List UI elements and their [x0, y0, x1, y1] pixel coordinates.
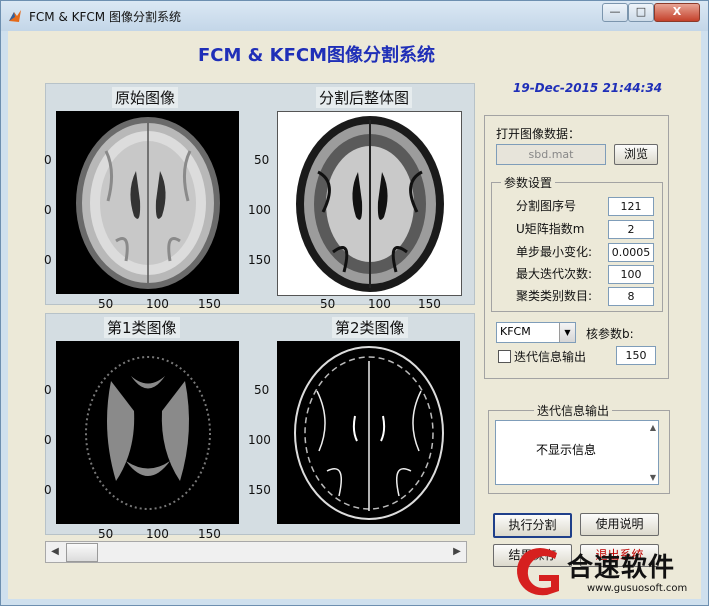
original-image-title: 原始图像 [112, 87, 179, 108]
class2-mri-graphic [294, 346, 444, 520]
xtick: 50 [320, 297, 336, 311]
param-value-field[interactable]: 0.0005 [608, 243, 654, 262]
watermark-text: 合速软件 [567, 553, 676, 583]
iteration-output-checkbox-label: 迭代信息输出 [514, 350, 587, 364]
ytick: 0 [44, 153, 52, 167]
original-mri-graphic [76, 117, 220, 289]
info-text: 不显示信息 [536, 443, 597, 457]
algorithm-dropdown[interactable]: KFCM ▼ [496, 322, 576, 343]
browse-button[interactable]: 浏览 [614, 144, 658, 165]
params-group-title: 参数设置 [501, 174, 556, 191]
maximize-button[interactable]: □ [628, 3, 654, 22]
ytick: 150 [248, 483, 271, 497]
class2-image-title: 第2类图像 [332, 317, 408, 338]
xtick: 150 [418, 297, 441, 311]
xtick: 50 [98, 527, 114, 541]
class1-mri-graphic [85, 356, 211, 510]
whole-segmented-image[interactable] [277, 111, 462, 296]
app-window: FCM & KFCM 图像分割系统 — □ X FCM & KFCM图像分割系统… [0, 0, 709, 606]
matlab-logo-icon [9, 10, 21, 22]
param-value-field[interactable]: 100 [608, 265, 654, 284]
ytick: 0 [44, 203, 52, 217]
minimize-button[interactable]: — [602, 3, 628, 22]
ytick: 0 [44, 483, 52, 497]
ytick: 0 [44, 253, 52, 267]
scroll-down-icon[interactable]: ▼ [650, 473, 656, 482]
class1-image[interactable] [56, 341, 239, 524]
figure-area: FCM & KFCM图像分割系统 19-Dec-2015 21:44:34 原始… [8, 31, 701, 599]
ytick: 50 [254, 383, 270, 397]
title-bar[interactable]: FCM & KFCM 图像分割系统 — □ X [1, 1, 708, 31]
param-value-field[interactable]: 8 [608, 287, 654, 306]
class1-image-title: 第1类图像 [104, 317, 180, 338]
xtick: 50 [98, 297, 114, 311]
param-label: 聚类类别数目: [516, 289, 593, 303]
close-button[interactable]: X [654, 3, 700, 22]
info-group-title: 迭代信息输出 [534, 402, 613, 419]
xtick: 150 [198, 527, 221, 541]
app-title: FCM & KFCM图像分割系统 [198, 45, 436, 66]
param-label: 最大迭代次数: [516, 267, 593, 281]
window-title: FCM & KFCM 图像分割系统 [29, 10, 181, 24]
param-value-field[interactable]: 121 [608, 197, 654, 216]
xtick: 150 [198, 297, 221, 311]
watermark: 合速软件 www.gusuosoft.com [513, 543, 701, 599]
scroll-thumb[interactable] [66, 543, 98, 562]
ytick: 0 [44, 383, 52, 397]
run-segmentation-button[interactable]: 执行分割 [493, 513, 572, 538]
param-label: 单步最小变化: [516, 245, 593, 259]
ytick: 50 [254, 153, 270, 167]
scroll-left-button[interactable]: ◀ [46, 542, 64, 562]
ytick: 100 [248, 203, 271, 217]
datetime-label: 19-Dec-2015 21:44:34 [513, 81, 663, 95]
xtick: 100 [368, 297, 391, 311]
iteration-output-checkbox[interactable] [498, 350, 511, 363]
chevron-down-icon[interactable]: ▼ [559, 323, 575, 342]
original-image[interactable] [56, 111, 239, 294]
param-label: U矩阵指数m [516, 222, 585, 236]
scroll-up-icon[interactable]: ▲ [650, 423, 656, 432]
image-file-field[interactable]: sbd.mat [496, 144, 606, 165]
horizontal-scrollbar[interactable]: ◀ ▶ [45, 541, 467, 563]
xtick: 100 [146, 527, 169, 541]
param-label: 分割图序号 [516, 199, 577, 213]
help-button[interactable]: 使用说明 [580, 513, 659, 536]
algorithm-selected: KFCM [500, 325, 531, 338]
watermark-logo-icon [517, 548, 559, 596]
open-image-label: 打开图像数据： [496, 127, 581, 141]
ytick: 100 [248, 433, 271, 447]
whole-mri-graphic [296, 116, 444, 292]
class2-image[interactable] [277, 341, 460, 524]
xtick: 100 [146, 297, 169, 311]
ytick: 150 [248, 253, 271, 267]
scroll-right-button[interactable]: ▶ [448, 542, 466, 562]
param-value-field[interactable]: 2 [608, 220, 654, 239]
kernel-param-label: 核参数b: [586, 327, 634, 341]
info-listbox[interactable]: 不显示信息 ▲ ▼ [495, 420, 659, 485]
ytick: 0 [44, 433, 52, 447]
kernel-param-field[interactable]: 150 [616, 346, 656, 365]
whole-image-title: 分割后整体图 [316, 87, 413, 108]
watermark-url: www.gusuosoft.com [587, 583, 688, 594]
